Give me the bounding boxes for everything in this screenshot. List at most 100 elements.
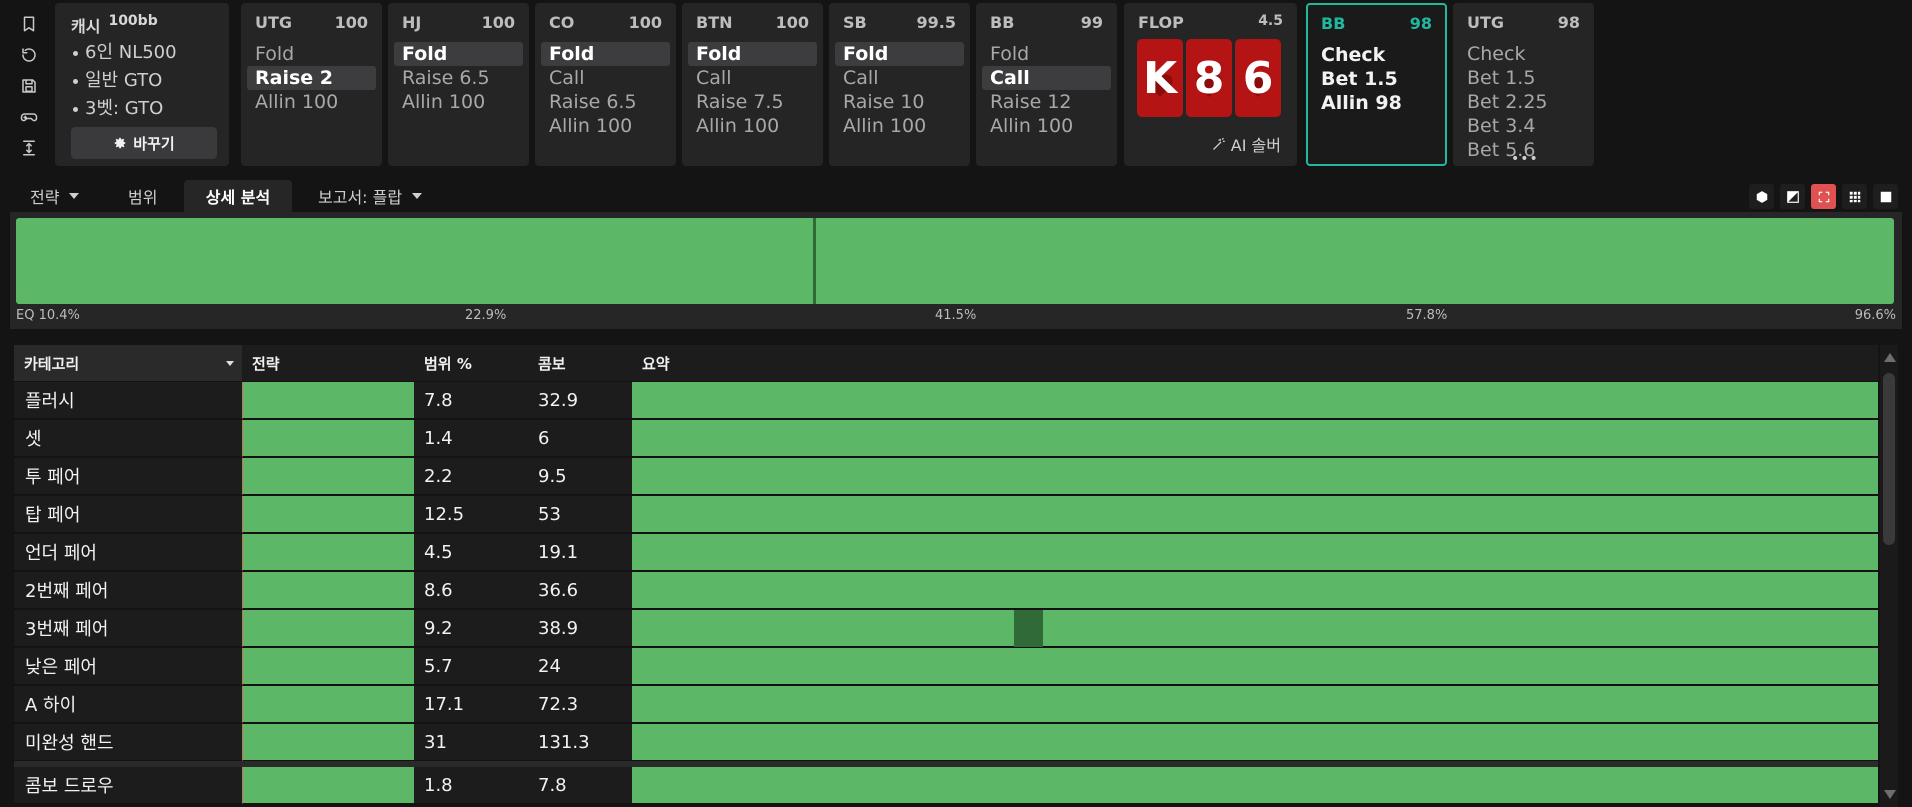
scroll-thumb[interactable]: [1883, 373, 1895, 545]
tab-strategy[interactable]: 전략: [30, 180, 80, 212]
save-icon[interactable]: [14, 70, 44, 101]
action-option[interactable]: Call: [982, 66, 1111, 90]
position-card-co[interactable]: CO 100 Fold Call Raise 6.5 Allin 100: [535, 3, 676, 166]
column-header-combo[interactable]: 콤보: [528, 345, 632, 381]
row-strategy-bar: [242, 496, 414, 533]
table-row[interactable]: 2번째 페어 8.6 36.6: [14, 572, 1878, 609]
table-header: 카테고리 전략 범위 % 콤보 요약: [14, 345, 1878, 381]
action-option[interactable]: Fold: [247, 42, 376, 66]
action-option[interactable]: Call: [541, 66, 670, 90]
bookmark-icon[interactable]: [14, 8, 44, 39]
row-summary-bar: [632, 458, 1878, 495]
row-strategy-bar: [242, 420, 414, 457]
table-row[interactable]: 언더 페어 4.5 19.1: [14, 534, 1878, 571]
action-option[interactable]: Fold: [982, 42, 1111, 66]
next-action-card[interactable]: UTG 98 Check Bet 1.5 Bet 2.25 Bet 3.4 Be…: [1453, 3, 1594, 166]
row-strategy-bar: [242, 610, 414, 647]
sidebar-icons: [14, 8, 44, 163]
row-summary-bar: [632, 686, 1878, 723]
action-bet[interactable]: Bet 1.5: [1321, 67, 1432, 91]
table-row[interactable]: 셋 1.4 6: [14, 420, 1878, 457]
view-toggle-group: [1749, 184, 1898, 209]
grid-icon[interactable]: [1842, 184, 1867, 209]
tab-label: 범위: [128, 188, 158, 207]
column-header-category[interactable]: 카테고리: [14, 345, 242, 381]
row-range: 7.8: [414, 382, 528, 419]
expand-icon[interactable]: [1811, 184, 1836, 209]
tab-detail-analysis[interactable]: 상세 분석: [184, 180, 292, 212]
row-range: 12.5: [414, 496, 528, 533]
change-button[interactable]: 바꾸기: [71, 127, 217, 159]
table-row[interactable]: 3번째 페어 9.2 38.9: [14, 610, 1878, 647]
tab-report[interactable]: 보고서: 플랍: [318, 180, 423, 212]
action-option[interactable]: Raise 6.5: [541, 90, 670, 114]
table-row[interactable]: 투 페어 2.2 9.5: [14, 458, 1878, 495]
history-icon[interactable]: [14, 39, 44, 70]
action-option[interactable]: Call: [835, 66, 964, 90]
action-bet[interactable]: Bet 1.5: [1467, 66, 1580, 90]
current-action-card[interactable]: BB 98 Check Bet 1.5 Allin 98: [1306, 3, 1447, 166]
table-row[interactable]: 탑 페어 12.5 53: [14, 496, 1878, 533]
table-row[interactable]: 플러시 7.8 32.9: [14, 382, 1878, 419]
gamepad-icon[interactable]: [14, 101, 44, 132]
category-table: 카테고리 전략 범위 % 콤보 요약 플러시 7.8 32.9 셋 1.4 6 투 페어 2.…: [14, 345, 1878, 807]
action-option[interactable]: Allin 100: [247, 90, 376, 114]
action-option[interactable]: Raise 6.5: [394, 66, 523, 90]
row-category: 탑 페어: [14, 496, 242, 533]
table-row[interactable]: 콤보 드로우 1.8 7.8: [14, 767, 1878, 804]
action-bet[interactable]: Bet 2.25: [1467, 90, 1580, 114]
column-header-strategy[interactable]: 전략: [242, 345, 414, 381]
ai-solver-button[interactable]: AI 솔버: [1211, 132, 1281, 156]
table-row[interactable]: 미완성 핸드 31 131.3: [14, 724, 1878, 761]
row-summary-bar: [632, 648, 1878, 685]
action-option[interactable]: Allin 100: [688, 114, 817, 138]
row-combo: 53: [528, 496, 632, 533]
scroll-up-icon[interactable]: [1884, 353, 1896, 362]
cube-icon[interactable]: [1749, 184, 1774, 209]
contrast-icon[interactable]: [1780, 184, 1805, 209]
equity-bar[interactable]: [16, 218, 1894, 304]
action-option[interactable]: Fold: [835, 42, 964, 66]
column-header-range[interactable]: 범위 %: [414, 345, 528, 381]
column-header-summary[interactable]: 요약: [632, 345, 1878, 381]
position-card-btn[interactable]: BTN 100 Fold Call Raise 7.5 Allin 100: [682, 3, 823, 166]
row-category: 미완성 핸드: [14, 724, 242, 761]
tab-range[interactable]: 범위: [128, 180, 157, 212]
action-allin[interactable]: Allin 98: [1321, 91, 1432, 115]
action-check[interactable]: Check: [1321, 43, 1432, 67]
scroll-down-icon[interactable]: [1884, 790, 1896, 799]
table-row[interactable]: A 하이 17.1 72.3: [14, 686, 1878, 723]
action-option[interactable]: Allin 100: [541, 114, 670, 138]
action-option[interactable]: Allin 100: [394, 90, 523, 114]
row-strategy-bar: [242, 534, 414, 571]
action-option[interactable]: Raise 7.5: [688, 90, 817, 114]
square-icon[interactable]: [1873, 184, 1898, 209]
table-row[interactable]: 낮은 페어 5.7 24: [14, 648, 1878, 685]
position-stack: 100: [628, 13, 662, 32]
action-option[interactable]: Raise 12: [982, 90, 1111, 114]
action-bet[interactable]: Bet 3.4: [1467, 114, 1580, 138]
action-option[interactable]: Fold: [394, 42, 523, 66]
action-check[interactable]: Check: [1467, 42, 1580, 66]
action-option[interactable]: Raise 10: [835, 90, 964, 114]
row-category: 언더 페어: [14, 534, 242, 571]
row-combo: 72.3: [528, 686, 632, 723]
flop-label: FLOP: [1138, 13, 1184, 32]
action-option[interactable]: Call: [688, 66, 817, 90]
position-card-sb[interactable]: SB 99.5 Fold Call Raise 10 Allin 100: [829, 3, 970, 166]
action-option[interactable]: Fold: [541, 42, 670, 66]
position-card-hj[interactable]: HJ 100 Fold Raise 6.5 Allin 100: [388, 3, 529, 166]
flop-card[interactable]: FLOP 4.5 K 8 6 AI 솔버: [1124, 3, 1297, 166]
position-card-utg[interactable]: UTG 100 Fold Raise 2 Allin 100: [241, 3, 382, 166]
position-header: HJ 100: [402, 13, 515, 35]
more-actions-icon[interactable]: •••: [1511, 151, 1539, 166]
action-option[interactable]: Allin 100: [982, 114, 1111, 138]
position-card-bb[interactable]: BB 99 Fold Call Raise 12 Allin 100: [976, 3, 1117, 166]
collapse-icon[interactable]: [14, 132, 44, 163]
action-option[interactable]: Raise 2: [247, 66, 376, 90]
action-option[interactable]: Fold: [688, 42, 817, 66]
action-option[interactable]: Allin 100: [835, 114, 964, 138]
row-strategy-bar: [242, 767, 414, 804]
row-combo: 9.5: [528, 458, 632, 495]
table-scrollbar[interactable]: [1880, 345, 1898, 807]
